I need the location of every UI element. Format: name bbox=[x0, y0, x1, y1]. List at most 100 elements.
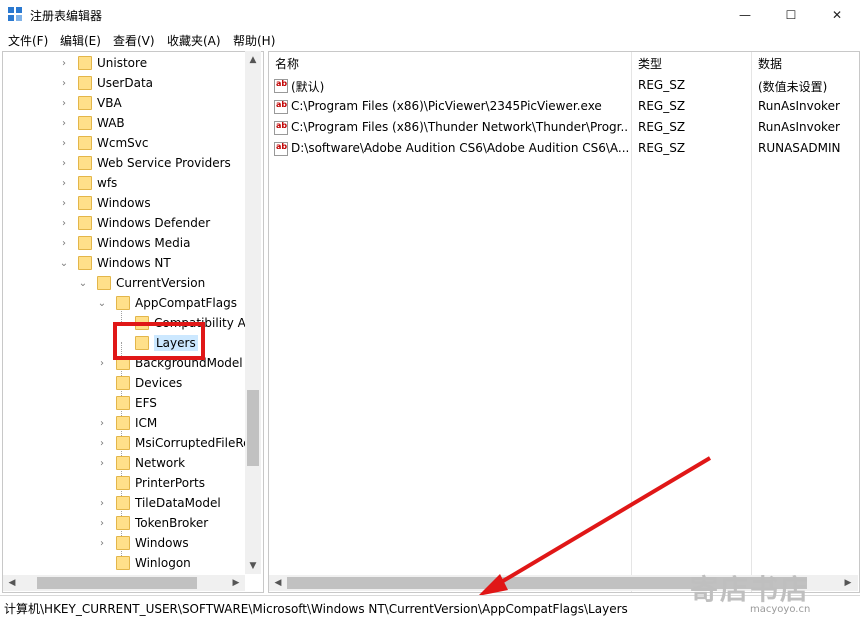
tree-item[interactable]: ⌄ CurrentVersion bbox=[79, 273, 205, 293]
value-data: (数值未设置) bbox=[758, 80, 828, 94]
menu-edit[interactable]: 编辑(E) bbox=[60, 32, 101, 49]
chevron-right-icon[interactable]: › bbox=[59, 53, 69, 73]
value-row[interactable]: ab C:\Program Files (x86)\PicViewer\2345P… bbox=[269, 97, 859, 118]
chevron-down-icon[interactable]: ⌄ bbox=[59, 253, 69, 273]
chevron-right-icon[interactable]: › bbox=[59, 73, 69, 93]
tree-item-label: Web Service Providers bbox=[97, 156, 231, 170]
tree-item-label: AppCompatFlags bbox=[135, 296, 237, 310]
chevron-right-icon[interactable]: › bbox=[97, 353, 107, 373]
folder-icon bbox=[78, 96, 92, 110]
tree-item-label: TokenBroker bbox=[135, 516, 209, 530]
chevron-right-icon[interactable]: › bbox=[59, 193, 69, 213]
tree-item-label: PrinterPorts bbox=[135, 476, 205, 490]
scroll-down-arrow-icon[interactable]: ▼ bbox=[245, 558, 261, 574]
scroll-right-arrow-icon[interactable]: ▶ bbox=[228, 575, 244, 591]
chevron-right-icon[interactable]: › bbox=[59, 93, 69, 113]
value-name: C:\Program Files (x86)\PicViewer\2345Pic… bbox=[291, 99, 602, 113]
scroll-up-arrow-icon[interactable]: ▲ bbox=[245, 52, 261, 68]
tree-horizontal-scroll-thumb[interactable] bbox=[37, 577, 197, 589]
registry-editor-icon bbox=[8, 7, 22, 21]
tree-item-label: Unistore bbox=[97, 56, 148, 70]
tree-item[interactable]: › Unistore bbox=[62, 53, 148, 73]
chevron-right-icon[interactable]: › bbox=[59, 113, 69, 133]
menu-file[interactable]: 文件(F) bbox=[8, 32, 48, 49]
tree-item[interactable]: › TileDataModel bbox=[100, 493, 221, 513]
column-header-data[interactable]: 数据 bbox=[758, 52, 782, 74]
chevron-right-icon[interactable]: › bbox=[97, 433, 107, 453]
chevron-right-icon[interactable]: › bbox=[59, 213, 69, 233]
tree-item[interactable]: Devices bbox=[116, 373, 182, 393]
column-header-name[interactable]: 名称 bbox=[275, 52, 299, 74]
value-name: C:\Program Files (x86)\Thunder Network\T… bbox=[291, 120, 629, 134]
window-title: 注册表编辑器 bbox=[30, 9, 103, 23]
tree-item[interactable]: › wfs bbox=[62, 173, 117, 193]
folder-icon bbox=[116, 536, 130, 550]
menu-favorites[interactable]: 收藏夹(A) bbox=[167, 32, 221, 49]
scroll-left-arrow-icon[interactable]: ◀ bbox=[4, 575, 20, 591]
chevron-right-icon[interactable]: › bbox=[59, 153, 69, 173]
folder-icon bbox=[116, 396, 130, 410]
tree-item-label: UserData bbox=[97, 76, 154, 90]
chevron-right-icon[interactable]: › bbox=[59, 233, 69, 253]
layers-highlight-box bbox=[113, 322, 205, 360]
column-header-type[interactable]: 类型 bbox=[638, 52, 662, 74]
folder-icon bbox=[97, 276, 111, 290]
value-type: REG_SZ bbox=[638, 120, 686, 134]
tree-item[interactable]: › Web Service Providers bbox=[62, 153, 231, 173]
tree-item[interactable]: › Windows Media bbox=[62, 233, 190, 253]
maximize-button[interactable]: ☐ bbox=[768, 0, 814, 30]
tree-item[interactable]: › Windows Defender bbox=[62, 213, 211, 233]
folder-icon bbox=[116, 556, 130, 570]
watermark-text: 寄店书店 bbox=[690, 573, 811, 606]
value-row[interactable]: ab C:\Program Files (x86)\Thunder Network… bbox=[269, 118, 859, 139]
tree-item-label: ICM bbox=[135, 416, 158, 430]
folder-icon bbox=[78, 136, 92, 150]
folder-icon bbox=[116, 456, 130, 470]
chevron-right-icon[interactable]: › bbox=[97, 413, 107, 433]
value-data: RunAsInvoker bbox=[758, 120, 840, 134]
menu-help[interactable]: 帮助(H) bbox=[233, 32, 275, 49]
chevron-down-icon[interactable]: ⌄ bbox=[78, 273, 88, 293]
tree-item[interactable]: › WcmSvc bbox=[62, 133, 148, 153]
tree-item[interactable]: EFS bbox=[116, 393, 157, 413]
tree-item[interactable]: › MsiCorruptedFileRe bbox=[100, 433, 251, 453]
tree-item[interactable]: › WAB bbox=[62, 113, 125, 133]
tree-item-label: TileDataModel bbox=[135, 496, 221, 510]
scroll-left-arrow-icon[interactable]: ◀ bbox=[270, 575, 286, 591]
folder-icon bbox=[78, 236, 92, 250]
menu-view[interactable]: 查看(V) bbox=[113, 32, 155, 49]
minimize-button[interactable]: — bbox=[722, 0, 768, 30]
tree-item[interactable]: › Network bbox=[100, 453, 185, 473]
string-value-icon: ab bbox=[274, 121, 288, 135]
chevron-down-icon[interactable]: ⌄ bbox=[97, 293, 107, 313]
folder-icon bbox=[116, 376, 130, 390]
tree-vertical-scrollbar[interactable] bbox=[245, 51, 261, 574]
tree-item[interactable]: ⌄ Windows NT bbox=[60, 253, 171, 273]
chevron-right-icon[interactable]: › bbox=[97, 513, 107, 533]
chevron-right-icon[interactable]: › bbox=[97, 493, 107, 513]
tree-item[interactable]: Winlogon bbox=[116, 553, 191, 573]
string-value-icon-text: ab bbox=[276, 121, 288, 130]
tree-item[interactable]: › Windows bbox=[62, 193, 151, 213]
tree-item[interactable]: PrinterPorts bbox=[116, 473, 205, 493]
chevron-right-icon[interactable]: › bbox=[59, 173, 69, 193]
tree-item[interactable]: › VBA bbox=[62, 93, 122, 113]
chevron-right-icon[interactable]: › bbox=[97, 533, 107, 553]
tree-item[interactable]: › Windows bbox=[100, 533, 189, 553]
tree-item[interactable]: ⌄ AppCompatFlags bbox=[98, 293, 237, 313]
tree-item-label: Windows bbox=[97, 196, 151, 210]
folder-icon bbox=[116, 516, 130, 530]
tree-item[interactable]: › TokenBroker bbox=[100, 513, 209, 533]
tree-item-label: Windows Defender bbox=[97, 216, 211, 230]
value-row[interactable]: ab (默认) REG_SZ (数值未设置) bbox=[269, 76, 859, 97]
values-list-pane[interactable]: 名称 类型 数据 ab (默认) REG_SZ (数值未设置) ab C:\Program… bbox=[268, 51, 860, 593]
value-data: RUNASADMIN bbox=[758, 141, 841, 155]
chevron-right-icon[interactable]: › bbox=[97, 453, 107, 473]
tree-item-label: Windows bbox=[135, 536, 189, 550]
tree-item[interactable]: › ICM bbox=[100, 413, 158, 433]
value-row[interactable]: ab D:\software\Adobe Audition CS6\Adobe A… bbox=[269, 139, 859, 160]
chevron-right-icon[interactable]: › bbox=[59, 133, 69, 153]
tree-item[interactable]: › UserData bbox=[62, 73, 154, 93]
tree-vertical-scroll-thumb[interactable] bbox=[247, 390, 259, 466]
close-button[interactable]: ✕ bbox=[814, 0, 860, 30]
